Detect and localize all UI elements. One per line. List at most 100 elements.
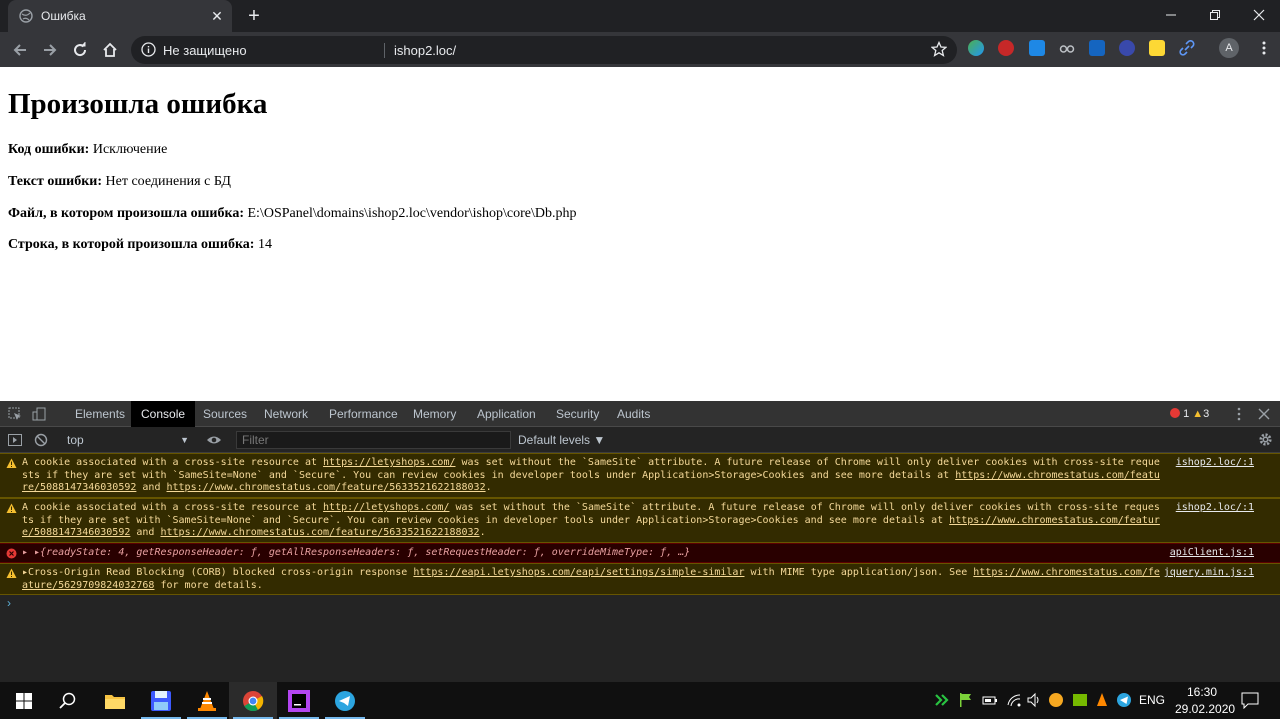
text-part: with MIME type application/json. See [744, 567, 974, 578]
tab-elements[interactable]: Elements [65, 401, 135, 427]
error-badge-icon [1170, 408, 1180, 418]
page-content: Произошла ошибка Код ошибки: Исключение … [0, 67, 1280, 401]
profile-avatar[interactable]: A [1219, 38, 1239, 58]
clear-console-icon[interactable] [34, 433, 48, 452]
devtools-close-icon[interactable] [1258, 407, 1270, 425]
error-code-row: Код ошибки: Исключение [8, 142, 167, 158]
inspect-element-icon[interactable] [8, 407, 22, 426]
url-text[interactable]: ishop2.loc/ [394, 43, 456, 58]
tray-wifi-icon[interactable] [1006, 692, 1022, 708]
taskbar-explorer[interactable] [91, 682, 139, 719]
console-prompt[interactable]: › [7, 596, 11, 610]
extension-link-icon[interactable] [1179, 40, 1195, 56]
windows-logo-icon [16, 692, 32, 709]
minimize-button[interactable] [1148, 0, 1194, 30]
clock-date[interactable]: 29.02.2020 [1175, 702, 1235, 716]
row-label: Текст ошибки: [8, 174, 103, 189]
start-button[interactable] [0, 682, 48, 719]
tab-strip: Ошибка ✕ + [0, 0, 1280, 32]
console-message-error[interactable]: ▸ ▸{readyState: 4, getResponseHeader: ƒ,… [0, 543, 1280, 563]
issue-counts[interactable]: 1 ▲3 [1170, 408, 1209, 420]
clock-time[interactable]: 16:30 [1187, 685, 1217, 699]
extension-ublock-icon[interactable] [998, 40, 1014, 56]
tray-battery-icon[interactable] [982, 692, 998, 708]
tab-application[interactable]: Application [467, 401, 546, 427]
devtools-menu-icon[interactable] [1233, 407, 1245, 426]
close-window-button[interactable] [1236, 0, 1280, 30]
tray-flag-icon[interactable] [958, 692, 974, 708]
message-source-link[interactable]: apiClient.js:1 [1170, 547, 1254, 560]
message-text[interactable]: ▸ ▸{readyState: 4, getResponseHeader: ƒ,… [22, 547, 1162, 560]
devtools-tabbar: Elements Console Sources Network Perform… [0, 401, 1280, 427]
taskbar-phpstorm[interactable] [275, 682, 323, 719]
text-part: and [136, 482, 167, 493]
tab-network[interactable]: Network [254, 401, 318, 427]
row-label: Файл, в котором произошла ошибка: [8, 206, 244, 221]
message-text: ▸Cross-Origin Read Blocking (CORB) block… [22, 567, 1162, 592]
tab-close-icon[interactable]: ✕ [208, 7, 226, 25]
search-button[interactable] [44, 682, 92, 719]
restore-button[interactable] [1192, 0, 1238, 30]
tray-volume-icon[interactable] [1026, 692, 1042, 708]
message-link[interactable]: https://www.chromestatus.com/feature/563… [160, 527, 479, 538]
message-link[interactable]: https://letyshops.com/ [323, 457, 455, 468]
filter-input[interactable]: Filter [236, 431, 511, 449]
message-link[interactable]: https://eapi.letyshops.com/eapi/settings… [413, 567, 744, 578]
tray-vlc-icon[interactable] [1094, 692, 1110, 708]
input-language[interactable]: ENG [1139, 693, 1165, 707]
tray-telegram-icon[interactable] [1116, 692, 1132, 708]
taskbar-save-app[interactable] [137, 682, 185, 719]
action-center-icon[interactable] [1241, 691, 1259, 710]
new-tab-button[interactable]: + [243, 5, 265, 27]
tab-performance[interactable]: Performance [319, 401, 408, 427]
extension-letyshops-icon[interactable] [968, 40, 984, 56]
info-icon[interactable] [141, 42, 156, 57]
telegram-icon [335, 690, 355, 711]
context-select[interactable]: top ▼ [60, 430, 195, 450]
tab-sources[interactable]: Sources [193, 401, 257, 427]
forward-button[interactable] [38, 38, 62, 62]
taskbar-telegram[interactable] [321, 682, 369, 719]
message-source-link[interactable]: ishop2.loc/:1 [1176, 502, 1254, 515]
eye-icon[interactable] [206, 433, 222, 452]
message-source-link[interactable]: ishop2.loc/:1 [1176, 457, 1254, 470]
text-part: ▸Cross-Origin Read Blocking (CORB) block… [22, 567, 414, 578]
arrow-left-icon [13, 44, 26, 56]
message-link[interactable]: http://letyshops.com/ [323, 502, 449, 513]
taskbar-vlc[interactable] [183, 682, 231, 719]
extension-reader-icon[interactable] [1149, 40, 1165, 56]
tab-memory[interactable]: Memory [403, 401, 466, 427]
tray-app-orange-icon[interactable] [1048, 692, 1064, 708]
tab-console[interactable]: Console [131, 401, 196, 427]
message-source-link[interactable]: jquery.min.js:1 [1164, 567, 1254, 580]
console-settings-gear-icon[interactable] [1258, 432, 1273, 452]
devtools-panel: Elements Console Sources Network Perform… [0, 401, 1280, 682]
error-count: 1 [1183, 408, 1190, 420]
device-toggle-icon[interactable] [32, 407, 46, 426]
bookmark-star-icon[interactable] [931, 41, 947, 57]
tray-arrows-icon[interactable] [934, 692, 950, 708]
reload-button[interactable] [68, 38, 92, 62]
extension-vpn-icon[interactable] [1119, 40, 1135, 56]
back-button[interactable] [8, 38, 32, 62]
tab-security[interactable]: Security [546, 401, 609, 427]
console-message-warning: ▸Cross-Origin Read Blocking (CORB) block… [0, 563, 1280, 595]
floppy-disk-icon [151, 690, 171, 711]
extension-shield-icon[interactable] [1089, 40, 1105, 56]
browser-tab[interactable]: Ошибка ✕ [8, 0, 232, 32]
extension-glasses-icon[interactable] [1059, 40, 1075, 56]
sidebar-toggle-icon[interactable] [8, 433, 22, 452]
tab-audits[interactable]: Audits [607, 401, 660, 427]
tray-nvidia-icon[interactable] [1072, 692, 1088, 708]
extension-trash-icon[interactable] [1029, 40, 1045, 56]
message-link[interactable]: https://www.chromestatus.com/feature/563… [167, 482, 486, 493]
taskbar-chrome[interactable] [229, 682, 277, 719]
home-button[interactable] [98, 38, 122, 62]
phpstorm-icon [288, 689, 310, 712]
warning-triangle-icon [6, 458, 17, 469]
text-part: A cookie associated with a cross-site re… [22, 502, 324, 513]
menu-kebab-icon[interactable] [1256, 40, 1272, 56]
log-levels-dropdown[interactable]: Default levels ▼ [518, 430, 605, 450]
context-value: top [67, 433, 84, 447]
address-bar[interactable]: Не защищено ishop2.loc/ [131, 36, 957, 64]
